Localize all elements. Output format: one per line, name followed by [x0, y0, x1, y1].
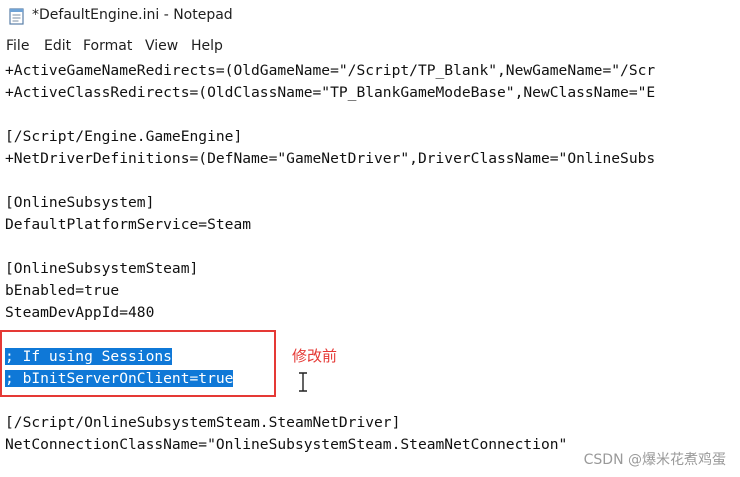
editor-line: NetConnectionClassName="OnlineSubsystemS…	[5, 436, 568, 453]
editor-line: +NetDriverDefinitions=(DefName="GameNetD…	[5, 150, 656, 167]
watermark: CSDN @爆米花煮鸡蛋	[583, 452, 726, 468]
editor-line: [OnlineSubsystem]	[5, 194, 155, 211]
menu-edit[interactable]: Edit	[44, 38, 71, 54]
editor-line: +ActiveClassRedirects=(OldClassName="TP_…	[5, 84, 656, 101]
editor-line: SteamDevAppId=480	[5, 304, 155, 321]
text-editor[interactable]: +ActiveGameNameRedirects=(OldGameName="/…	[0, 58, 740, 477]
editor-line: [/Script/Engine.GameEngine]	[5, 128, 243, 145]
annotation-label: 修改前	[292, 347, 338, 365]
editor-line: bEnabled=true	[5, 282, 120, 299]
window-title: *DefaultEngine.ini - Notepad	[32, 7, 233, 23]
editor-line: DefaultPlatformService=Steam	[5, 216, 252, 233]
notepad-icon	[9, 8, 24, 25]
editor-line: +ActiveGameNameRedirects=(OldGameName="/…	[5, 62, 656, 79]
editor-line: [OnlineSubsystemSteam]	[5, 260, 199, 277]
editor-line: [/Script/OnlineSubsystemSteam.SteamNetDr…	[5, 414, 401, 431]
text-cursor-icon	[299, 372, 307, 392]
menu-help[interactable]: Help	[191, 38, 223, 54]
menu-view[interactable]: View	[145, 38, 178, 54]
menu-format[interactable]: Format	[83, 38, 132, 54]
menu-bar: File Edit Format View Help	[0, 38, 740, 58]
menu-file[interactable]: File	[6, 38, 29, 54]
title-bar: *DefaultEngine.ini - Notepad	[0, 0, 740, 34]
annotation-box	[0, 330, 276, 397]
